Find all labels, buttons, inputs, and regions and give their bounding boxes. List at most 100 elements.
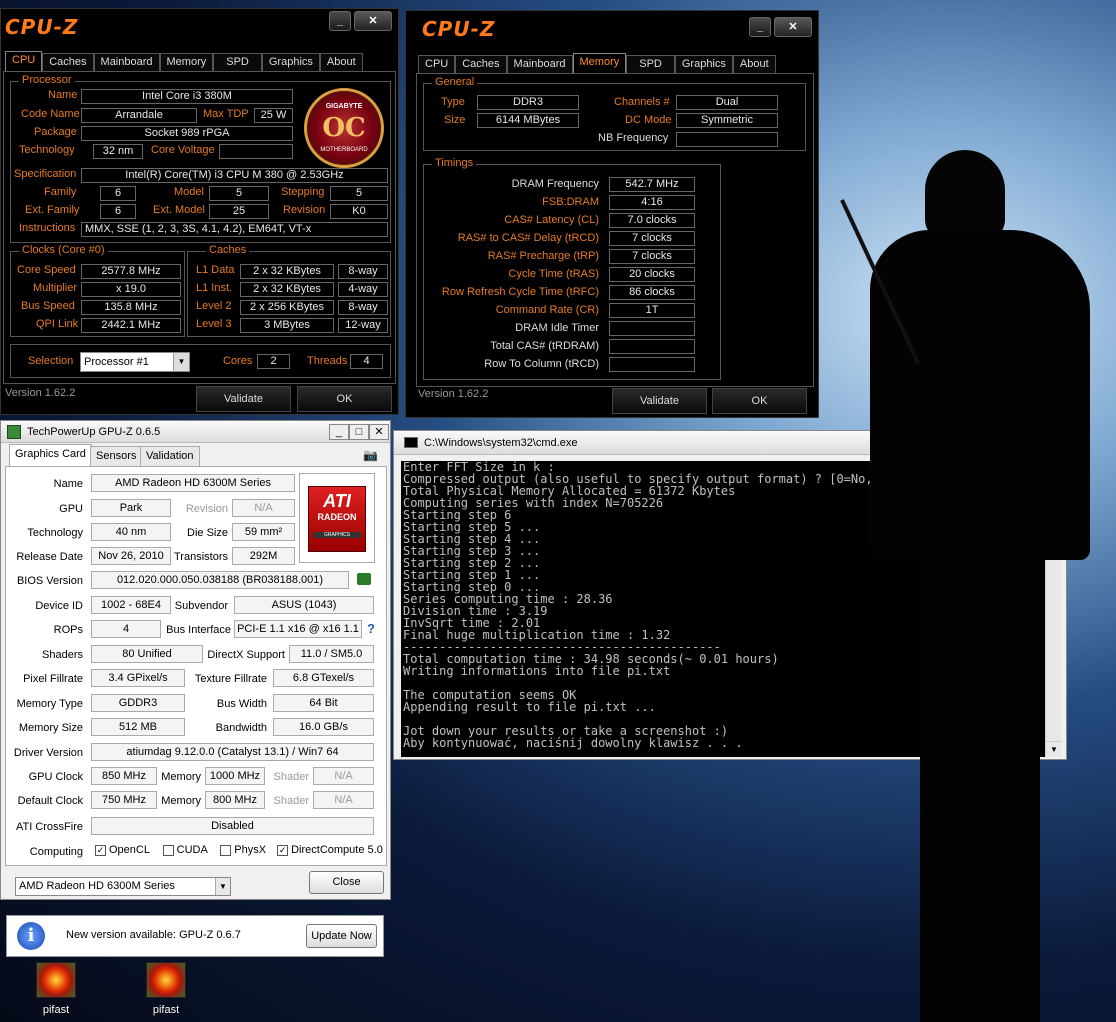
general-group-label: General <box>432 76 478 88</box>
specification-label: Specification <box>14 168 77 180</box>
timing-label: RAS# Precharge (tRP) <box>487 250 599 262</box>
buswidth-value: 64 Bit <box>273 694 374 712</box>
tab-caches[interactable]: Caches <box>42 53 94 71</box>
timing-label: Row Refresh Cycle Time (tRFC) <box>441 286 599 298</box>
driverversion-label: Driver Version <box>13 747 83 759</box>
timing-value: 542.7 MHz <box>609 177 695 192</box>
tab-sensors[interactable]: Sensors <box>90 446 143 466</box>
minimize-button[interactable]: _ <box>749 17 771 37</box>
tab-about[interactable]: About <box>319 53 363 71</box>
diesize-label: Die Size <box>187 527 228 539</box>
tab-caches[interactable]: Caches <box>455 55 507 73</box>
timing-label: FSB:DRAM <box>542 196 599 208</box>
selection-dropdown[interactable]: Processor #1 ▼ <box>80 352 190 372</box>
crossfire-label: ATI CrossFire <box>15 821 83 833</box>
technology-label: Technology <box>19 144 75 156</box>
nbfrequency-value <box>676 132 778 147</box>
close-button[interactable]: Close <box>309 871 384 894</box>
tab-graphics[interactable]: Graphics <box>674 55 733 73</box>
tab-validation[interactable]: Validation <box>140 446 200 466</box>
model-value: 5 <box>209 186 269 201</box>
checkbox-empty-icon <box>220 844 232 856</box>
cmd-icon <box>404 437 418 448</box>
shaderclock-value: N/A <box>313 767 374 785</box>
opencl-checkbox[interactable]: ✓ OpenCL <box>95 844 150 856</box>
cuda-checkbox[interactable]: CUDA <box>162 844 207 856</box>
tab-cpu[interactable]: CPU <box>5 51 43 71</box>
instructions-value: MMX, SSE (1, 2, 3, 3S, 4.1, 4.2), EM64T,… <box>81 222 388 237</box>
camera-icon[interactable]: 📷 <box>363 448 378 462</box>
gpuz-title: TechPowerUp GPU-Z 0.6.5 <box>27 426 161 438</box>
validate-button[interactable]: Validate <box>612 388 707 414</box>
model-label: Model <box>174 186 204 198</box>
close-button[interactable]: ✕ <box>774 17 812 37</box>
update-now-button[interactable]: Update Now <box>306 924 377 948</box>
tab-graphics[interactable]: Graphics <box>261 53 320 71</box>
ok-button[interactable]: OK <box>297 386 392 412</box>
timing-value <box>609 357 695 372</box>
defaultclock-value: 750 MHz <box>91 791 157 809</box>
tab-about[interactable]: About <box>732 55 776 73</box>
close-button[interactable]: ✕ <box>369 424 389 440</box>
package-label: Package <box>34 126 77 138</box>
validate-button[interactable]: Validate <box>196 386 291 412</box>
timing-label: Row To Column (tRCD) <box>484 358 599 370</box>
device-select[interactable]: AMD Radeon HD 6300M Series ▼ <box>15 877 231 896</box>
gpuclock-value: 850 MHz <box>91 767 157 785</box>
corespeed-label: Core Speed <box>17 264 76 276</box>
close-button[interactable]: ✕ <box>354 11 392 31</box>
tab-spd[interactable]: SPD <box>626 55 675 73</box>
corespeed-value: 2577.8 MHz <box>81 264 181 279</box>
nbfrequency-label: NB Frequency <box>598 132 669 144</box>
tab-mainboard[interactable]: Mainboard <box>506 55 573 73</box>
ok-button[interactable]: OK <box>712 388 807 414</box>
technology-value: 40 nm <box>91 523 171 541</box>
timing-label: Command Rate (CR) <box>495 304 599 316</box>
selection-value: Processor #1 <box>84 356 149 368</box>
bandwidth-value: 16.0 GB/s <box>273 718 374 736</box>
shaders-value: 80 Unified <box>91 645 203 663</box>
computing-options: ✓ OpenCL CUDA PhysX ✓ DirectCompute 5.0 <box>95 844 383 856</box>
directx-label: DirectX Support <box>207 649 285 661</box>
minimize-button[interactable]: _ <box>329 11 351 31</box>
tab-graphics-card[interactable]: Graphics Card <box>9 444 92 466</box>
defaultmemory-label: Memory <box>161 795 201 807</box>
minimize-button[interactable]: _ <box>329 424 349 440</box>
tab-cpu[interactable]: CPU <box>418 55 456 73</box>
caches-group-label: Caches <box>206 244 250 256</box>
memory-panel: General Type DDR3 Size 6144 MBytes Chann… <box>416 73 814 387</box>
cpu-panel: Processor Name Intel Core i3 380M Code N… <box>3 71 396 384</box>
timing-label: Total CAS# (tRDRAM) <box>490 340 599 352</box>
technology-label: Technology <box>27 527 83 539</box>
cpuz-titlebar[interactable]: CPU-Z _ ✕ <box>406 11 818 51</box>
businterface-value: PCI-E 1.1 x16 @ x16 1.1 <box>234 620 362 638</box>
memoryclock-value: 1000 MHz <box>205 767 265 785</box>
timing-label: DRAM Idle Timer <box>515 322 599 334</box>
tab-spd[interactable]: SPD <box>213 53 262 71</box>
maximize-button[interactable]: □ <box>349 424 369 440</box>
timings-group-label: Timings <box>432 157 477 169</box>
gpu-value: Park <box>91 499 171 517</box>
help-icon[interactable]: ? <box>367 621 375 636</box>
tab-memory[interactable]: Memory <box>159 53 214 71</box>
ati-logo-top: ATI <box>323 491 351 511</box>
gpuz-titlebar[interactable]: TechPowerUp GPU-Z 0.6.5 _ □ ✕ <box>1 421 390 443</box>
tab-memory[interactable]: Memory <box>572 53 627 73</box>
gpuz-app-icon <box>7 425 21 439</box>
multiplier-label: Multiplier <box>33 282 78 294</box>
pixelfillrate-value: 3.4 GPixel/s <box>91 669 185 687</box>
info-icon: i <box>17 922 45 950</box>
directcompute-checkbox[interactable]: ✓ DirectCompute 5.0 <box>277 844 383 856</box>
export-bios-icon[interactable] <box>357 573 371 585</box>
dcmode-value: Symmetric <box>676 113 778 128</box>
cpuz-titlebar[interactable]: CPU-Z _ ✕ <box>1 9 398 49</box>
qpilink-value: 2442.1 MHz <box>81 318 181 333</box>
l1data-way: 8-way <box>338 264 388 279</box>
physx-checkbox[interactable]: PhysX <box>220 844 266 856</box>
desktop-icon-pifast-2[interactable]: pifast <box>140 960 192 1020</box>
selection-label: Selection <box>28 355 74 367</box>
badge-bottom-text: MOTHERBOARD <box>320 147 368 153</box>
tab-mainboard[interactable]: Mainboard <box>93 53 160 71</box>
extfamily-value: 6 <box>100 204 136 219</box>
desktop-icon-pifast[interactable]: pifast <box>30 960 82 1020</box>
